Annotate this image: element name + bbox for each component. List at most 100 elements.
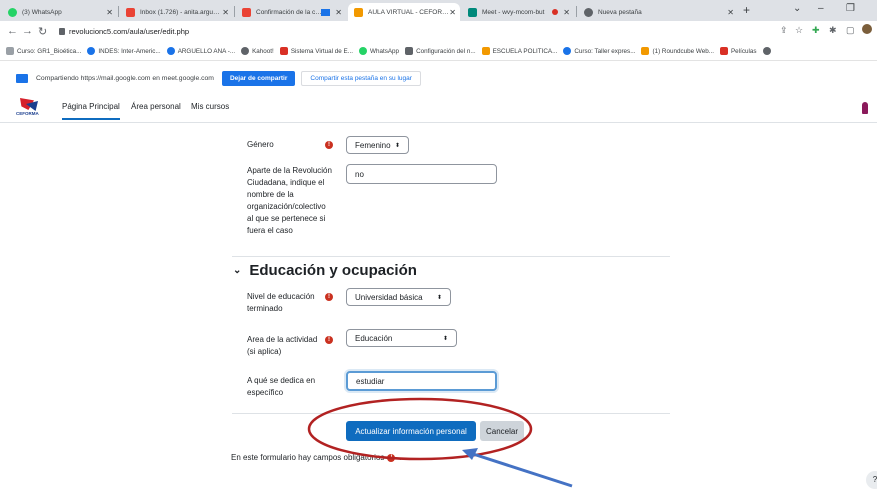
required-fields-note: En este formulario hay campos obligatori… [231,453,402,462]
bookmark-item[interactable]: Curso: GR1_Bioética... [6,47,81,55]
url-field[interactable]: revolucionc5.com/aula/user/edit.php [57,24,837,39]
globe-icon [762,47,771,55]
close-icon[interactable]: ✕ [727,8,734,17]
bookmark-icon [563,47,572,55]
bookmarks-bar: Curso: GR1_Bioética... INDES: Inter-Amer… [0,42,877,61]
close-icon[interactable]: ✕ [335,8,342,17]
bookmark-item[interactable]: INDES: Inter-Americ... [87,47,161,55]
bookmark-item[interactable]: Kahoot! [241,47,274,55]
site-navbar: CEFORMA Página Principal Área personal M… [0,92,877,123]
help-icon[interactable]: ? [866,471,877,489]
bookmark-icon [405,47,414,55]
cloud-icon [166,47,175,55]
star-icon[interactable]: ☆ [795,25,803,36]
share-this-tab-button[interactable]: Compartir esta pestaña en su lugar [301,70,421,86]
tab-separator [234,6,235,17]
bookmark-item[interactable]: Curso: Taller expres... [563,47,635,55]
screen-share-icon [321,8,330,16]
bookmark-item[interactable]: Películas [719,47,757,55]
new-tab-button[interactable]: + [743,3,750,17]
user-menu-icon[interactable] [862,102,868,114]
recording-dot-icon [552,9,558,15]
globe-icon [241,47,250,55]
dedica-label: A qué se dedica en específico [247,376,316,397]
select-caret-icon: ⬍ [436,294,442,301]
address-bar-row: ← → ↻ revolucionc5.com/aula/user/edit.ph… [0,21,877,42]
tab-meet[interactable]: Meet - wvy-mcom-but ✕ [462,3,574,21]
nivel-educacion-label: Nivel de educación terminado [247,292,315,313]
dedica-field[interactable]: estudiar [346,371,497,391]
bookmark-item[interactable] [762,47,774,55]
close-icon[interactable]: ✕ [449,8,456,17]
close-icon[interactable]: ✕ [563,8,570,17]
nav-pagina-principal[interactable]: Página Principal [62,102,120,120]
gmail-icon [126,7,135,17]
bookmark-icon [6,47,14,55]
stop-sharing-button[interactable]: Dejar de compartir [221,70,296,86]
section-educacion-ocupacion[interactable]: ⌄ Educación y ocupación [233,262,417,279]
chrome-icon [584,7,593,17]
tab-aula-virtual[interactable]: AULA VIRTUAL - CEFORMA ✕ [348,3,460,21]
share-icon[interactable]: ⇪ [780,25,788,36]
tab-gmail-inbox[interactable]: Inbox (1.726) - anita.arguello ✕ [120,3,233,21]
back-icon[interactable]: ← [7,25,18,37]
bookmark-item[interactable]: ESCUELA POLITICA... [481,47,557,55]
chevron-down-icon[interactable]: ⌄ [793,3,801,14]
tab-nueva-pestana[interactable]: Nueva pestaña ✕ [578,3,738,21]
moodle-icon [481,47,490,55]
sharing-bar: Compartiendo https://mail.google.com en … [0,67,877,89]
ceforma-logo[interactable]: CEFORMA [16,98,42,118]
bookmark-item[interactable]: ARGUELLO ANA -... [166,47,235,55]
sharing-status-text: Compartiendo https://mail.google.com en … [36,74,214,82]
pointer-arrow-shaft [469,451,573,488]
genero-label: Género [247,140,274,149]
tab-gmail-confirmacion[interactable]: Confirmación de la cuen ✕ [236,3,346,21]
extension-icon[interactable]: ✚ [812,25,820,36]
screen-share-icon [16,73,28,83]
bookmark-item[interactable]: Configuración del n... [405,47,476,55]
netflix-icon [719,47,728,55]
nivel-educacion-select[interactable]: Universidad básica ⬍ [346,288,451,306]
minimize-icon[interactable]: – [818,3,824,14]
close-icon[interactable]: ✕ [106,8,113,17]
lock-icon [59,28,65,35]
sidepanel-icon[interactable]: ▢ [846,25,855,36]
cancel-button[interactable]: Cancelar [480,421,524,441]
puzzle-icon[interactable]: ✱ [829,25,837,36]
organizacion-field[interactable]: no [346,164,497,184]
chevron-down-icon[interactable]: ⌄ [233,265,241,276]
bookmark-item[interactable]: WhatsApp [359,47,399,55]
tab-separator [118,6,119,17]
browser-tab-strip: (3) WhatsApp ✕ Inbox (1.726) - anita.arg… [0,0,877,21]
nav-area-personal[interactable]: Área personal [131,102,181,111]
required-icon: ! [325,141,333,149]
bookmark-item[interactable]: Sistema Virtual de E... [279,47,353,55]
profile-avatar[interactable] [862,24,872,34]
close-icon[interactable]: ✕ [222,8,229,17]
bookmark-item[interactable]: (1) Roundcube Web... [641,47,714,55]
forward-icon[interactable]: → [22,25,33,37]
restore-icon[interactable]: ❐ [846,3,855,14]
required-icon: ! [325,336,333,344]
whatsapp-icon [8,7,17,17]
divider [232,413,670,414]
genero-select[interactable]: Femenino ⬍ [346,136,409,154]
whatsapp-icon [359,47,367,55]
select-caret-icon: ⬍ [442,335,448,342]
update-profile-button[interactable]: Actualizar información personal [346,421,476,441]
tab-whatsapp[interactable]: (3) WhatsApp ✕ [2,3,117,21]
required-icon: ! [325,293,333,301]
bookmark-icon [87,47,96,55]
tab-separator [576,6,577,17]
area-actividad-select[interactable]: Educación ⬍ [346,329,457,347]
required-icon: ! [387,453,396,462]
bookmark-icon [279,47,288,55]
nav-mis-cursos[interactable]: Mis cursos [191,102,229,111]
meet-icon [468,7,477,17]
area-actividad-label: Area de la actividad (si aplica) [247,335,318,356]
reload-icon[interactable]: ↻ [38,25,47,38]
moodle-icon [354,7,363,17]
pointer-arrow-head [462,448,478,460]
select-caret-icon: ⬍ [394,142,400,149]
roundcube-icon [641,47,650,55]
